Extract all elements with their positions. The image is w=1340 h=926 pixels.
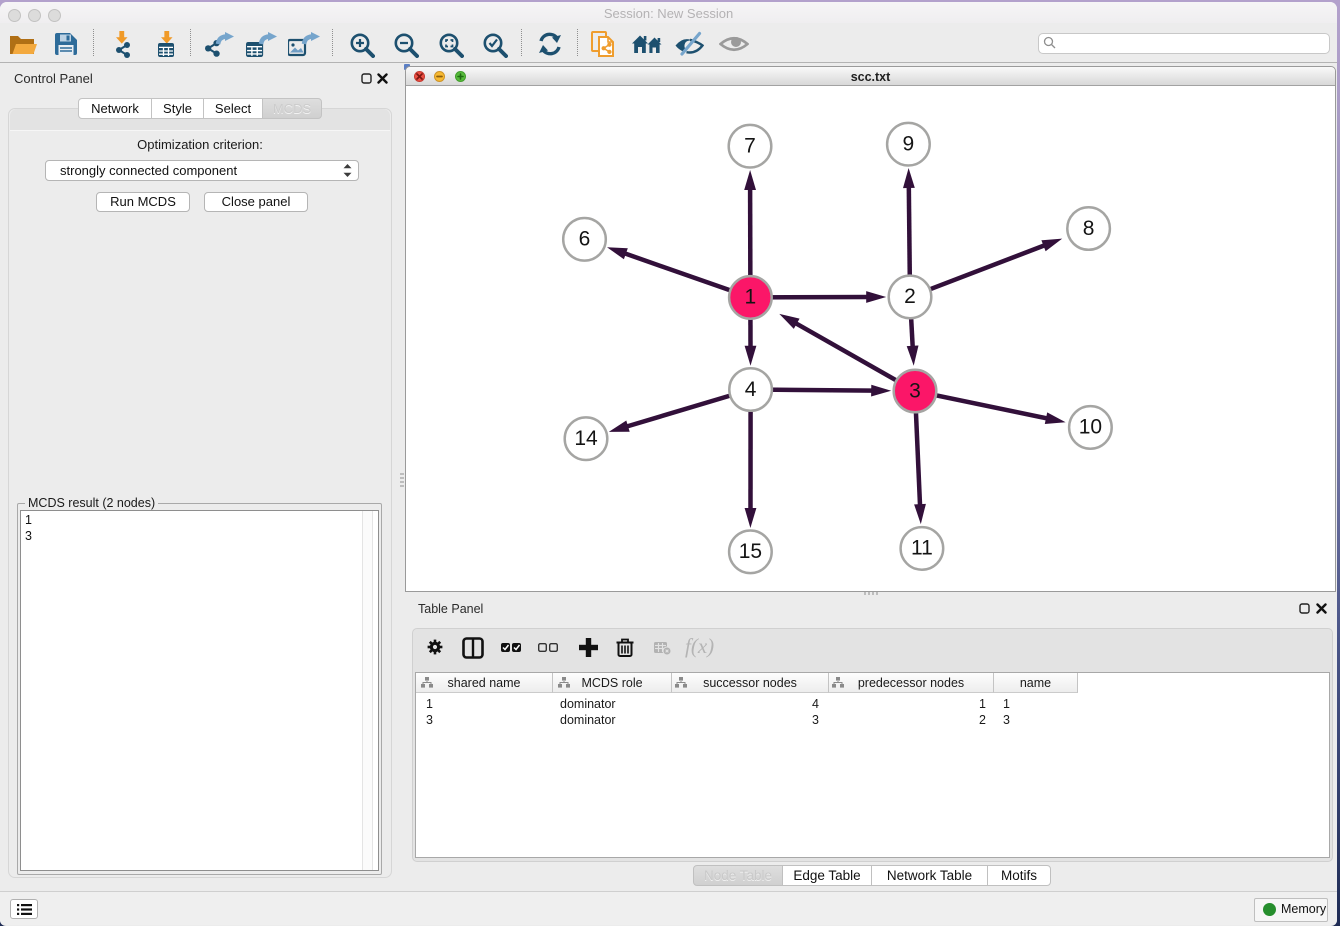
svg-text:2: 2 [904, 285, 916, 308]
svg-text:3: 3 [909, 379, 921, 402]
svg-text:4: 4 [745, 378, 757, 401]
svg-text:6: 6 [579, 228, 591, 251]
svg-text:10: 10 [1079, 416, 1102, 439]
svg-text:8: 8 [1083, 217, 1095, 240]
svg-text:11: 11 [911, 537, 933, 560]
svg-text:9: 9 [903, 133, 915, 156]
svg-text:1: 1 [745, 286, 757, 309]
svg-text:14: 14 [574, 427, 598, 450]
svg-text:15: 15 [739, 540, 762, 563]
svg-text:7: 7 [744, 135, 756, 158]
